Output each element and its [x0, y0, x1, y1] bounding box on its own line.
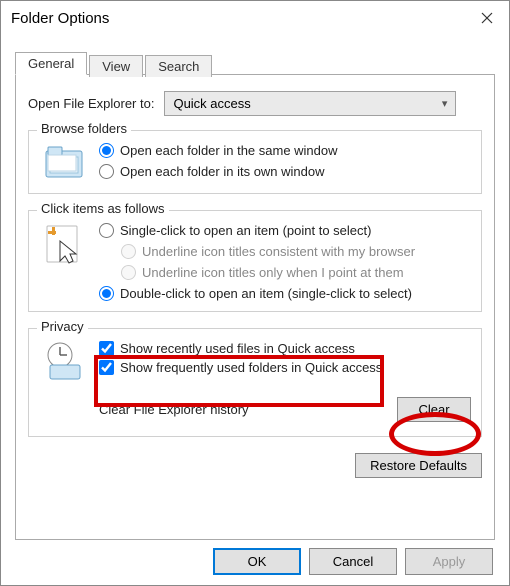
privacy-frequent-folders-checkbox[interactable]: Show frequently used folders in Quick ac…	[99, 360, 471, 375]
content-area: General View Search Open File Explorer t…	[1, 35, 509, 540]
open-explorer-select[interactable]: Quick access ▾	[164, 91, 456, 116]
clear-button[interactable]: Clear	[397, 397, 471, 422]
browse-same-window-radio[interactable]: Open each folder in the same window	[99, 143, 471, 158]
underline-browser-radio: Underline icon titles consistent with my…	[121, 244, 471, 259]
restore-defaults-button[interactable]: Restore Defaults	[355, 453, 482, 478]
browse-own-window-radio[interactable]: Open each folder in its own window	[99, 164, 471, 179]
privacy-group: Privacy Show recently used fil	[28, 328, 482, 437]
open-explorer-value: Quick access	[173, 96, 250, 111]
folder-options-dialog: Folder Options General View Search Open …	[0, 0, 510, 586]
tab-view[interactable]: View	[89, 55, 143, 77]
cursor-click-icon	[44, 223, 84, 267]
clear-history-label: Clear File Explorer history	[99, 402, 249, 417]
privacy-recent-files-checkbox[interactable]: Show recently used files in Quick access	[99, 341, 471, 356]
cancel-button[interactable]: Cancel	[309, 548, 397, 575]
underline-point-radio: Underline icon titles only when I point …	[121, 265, 471, 280]
window-title: Folder Options	[11, 10, 109, 27]
titlebar: Folder Options	[1, 1, 509, 35]
folder-icon	[42, 143, 86, 181]
privacy-legend: Privacy	[37, 319, 88, 334]
close-button[interactable]	[465, 1, 509, 35]
chevron-down-icon: ▾	[442, 97, 448, 110]
ok-button[interactable]: OK	[213, 548, 301, 575]
apply-button[interactable]: Apply	[405, 548, 493, 575]
tabstrip: General View Search	[15, 47, 495, 74]
close-icon	[481, 12, 493, 24]
click-items-legend: Click items as follows	[37, 201, 169, 216]
history-clock-icon	[42, 341, 86, 381]
tab-search[interactable]: Search	[145, 55, 212, 77]
tab-panel-general: Open File Explorer to: Quick access ▾ Br…	[15, 74, 495, 540]
browse-folders-group: Browse folders Open each folde	[28, 130, 482, 194]
open-explorer-label: Open File Explorer to:	[28, 96, 154, 111]
double-click-radio[interactable]: Double-click to open an item (single-cli…	[99, 286, 471, 301]
browse-folders-legend: Browse folders	[37, 121, 131, 136]
single-click-radio[interactable]: Single-click to open an item (point to s…	[99, 223, 471, 238]
tab-general[interactable]: General	[15, 52, 87, 75]
dialog-footer: OK Cancel Apply	[213, 548, 493, 575]
click-items-group: Click items as follows Single-	[28, 210, 482, 312]
